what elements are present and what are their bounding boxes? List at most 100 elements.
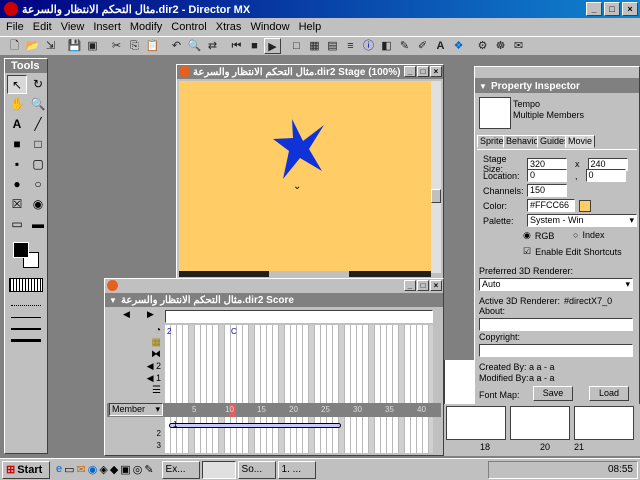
message-window-icon[interactable]: ⓘ bbox=[360, 38, 377, 54]
rect-tool-icon[interactable]: □ bbox=[28, 135, 48, 154]
rgb-radio[interactable]: ◉ RGB bbox=[523, 230, 554, 241]
menu-edit[interactable]: Edit bbox=[33, 21, 52, 33]
score-minimize-button[interactable]: _ bbox=[404, 280, 416, 291]
stage-canvas[interactable]: ⌄ bbox=[179, 81, 431, 273]
help-icon[interactable]: ✉ bbox=[510, 38, 527, 54]
quicklaunch-outlook-icon[interactable]: ✉ bbox=[77, 463, 86, 476]
pattern-chip[interactable] bbox=[9, 278, 43, 292]
arrow-tool-icon[interactable]: ↖ bbox=[7, 75, 27, 94]
menu-help[interactable]: Help bbox=[299, 21, 322, 33]
color-chips[interactable] bbox=[9, 240, 43, 272]
task-explorer[interactable]: Ex... bbox=[161, 460, 200, 479]
line-tool-icon[interactable]: ╱ bbox=[28, 115, 48, 134]
score-next-icon[interactable]: ▶ bbox=[147, 309, 154, 320]
undo-icon[interactable]: ↶ bbox=[168, 38, 185, 54]
cut-icon[interactable]: ✂ bbox=[108, 38, 125, 54]
exchange-icon[interactable]: ⇄ bbox=[204, 38, 221, 54]
rewind-icon[interactable]: ⏮ bbox=[228, 38, 245, 54]
checkbox-tool-icon[interactable]: ☒ bbox=[7, 195, 27, 214]
button-tool-icon[interactable]: ▬ bbox=[28, 215, 48, 234]
index-radio[interactable]: ○ Index bbox=[573, 230, 604, 240]
maximize-button[interactable]: □ bbox=[604, 2, 620, 16]
task-sound[interactable]: So... bbox=[237, 460, 276, 479]
stage-window-icon[interactable]: □ bbox=[288, 38, 305, 54]
stage-titlebar[interactable]: مثال التحكم الانتظار والسرعة.dir2 Stage … bbox=[177, 65, 443, 79]
filled-ellipse-tool-icon[interactable]: ● bbox=[7, 175, 27, 194]
location-y-field[interactable]: 0 bbox=[585, 169, 626, 182]
line-width-1[interactable] bbox=[11, 310, 41, 318]
new-icon[interactable]: 🗋 bbox=[6, 38, 23, 54]
library-icon[interactable]: ⚙ bbox=[474, 38, 491, 54]
palette-select[interactable]: System - Win ▾ bbox=[527, 214, 637, 227]
hand-tool-icon[interactable]: ✋ bbox=[7, 95, 27, 114]
channels-field[interactable]: 150 bbox=[527, 184, 567, 197]
score-window-icon[interactable]: ▦ bbox=[306, 38, 323, 54]
stop-icon[interactable]: ■ bbox=[246, 38, 263, 54]
filled-rect-tool-icon[interactable]: ■ bbox=[7, 135, 27, 154]
about-field[interactable] bbox=[479, 318, 633, 331]
blue-star-sprite[interactable] bbox=[179, 81, 431, 273]
task-director[interactable] bbox=[201, 460, 236, 479]
round-rect-tool-icon[interactable]: ▢ bbox=[28, 155, 48, 174]
vector-icon[interactable]: ✐ bbox=[414, 38, 431, 54]
minimize-button[interactable]: _ bbox=[586, 2, 602, 16]
pi-grip[interactable] bbox=[475, 67, 639, 79]
score-grid[interactable] bbox=[165, 325, 433, 403]
zoom-tool-icon[interactable]: 🔍 bbox=[28, 95, 48, 114]
sprite-span[interactable]: 1 bbox=[169, 420, 341, 429]
index-radio-icon[interactable]: ○ bbox=[573, 230, 578, 240]
start-button[interactable]: ⊞ Start bbox=[2, 460, 50, 479]
stage-minimize-button[interactable]: _ bbox=[404, 66, 416, 77]
menu-window[interactable]: Window bbox=[250, 21, 289, 33]
field-tool-icon[interactable]: ▭ bbox=[7, 215, 27, 234]
open-icon[interactable]: 📂 bbox=[24, 38, 41, 54]
quicklaunch-desktop-icon[interactable]: ▭ bbox=[64, 463, 74, 476]
xtras-icon[interactable]: ☸ bbox=[492, 38, 509, 54]
copy-icon[interactable]: ⎘ bbox=[126, 38, 143, 54]
play-icon[interactable]: ▶ bbox=[264, 38, 281, 54]
task-doc[interactable]: 1. ... bbox=[277, 460, 316, 479]
stage-vscroll[interactable] bbox=[431, 81, 441, 273]
tempo-channel-icon[interactable]: ◔ bbox=[155, 325, 161, 336]
cast-window-icon[interactable]: ▤ bbox=[324, 38, 341, 54]
close-button[interactable]: × bbox=[622, 2, 638, 16]
score-maximize-button[interactable]: □ bbox=[417, 280, 429, 291]
script-window-icon[interactable]: ≡ bbox=[342, 38, 359, 54]
paint-icon[interactable]: ✎ bbox=[396, 38, 413, 54]
behavior-inspector-icon[interactable]: ◧ bbox=[378, 38, 395, 54]
quicklaunch-app8-icon[interactable]: ◎ bbox=[133, 463, 143, 476]
edit-shortcuts-checkbox[interactable]: ☑ Enable Edit Shortcuts bbox=[523, 246, 622, 257]
score-close-button[interactable]: × bbox=[430, 280, 442, 291]
renderer-select[interactable]: Auto ▾ bbox=[479, 278, 633, 291]
quicklaunch-app9-icon[interactable]: ✎ bbox=[144, 463, 153, 476]
rotate-tool-icon[interactable]: ↻ bbox=[28, 75, 48, 94]
score-outer-titlebar[interactable]: _ □ × bbox=[105, 279, 443, 293]
radio-tool-icon[interactable]: ◉ bbox=[28, 195, 48, 214]
checkbox-checked-icon[interactable]: ☑ bbox=[523, 246, 531, 257]
line-width-none[interactable] bbox=[11, 298, 41, 306]
save-all-icon[interactable]: ▣ bbox=[84, 38, 101, 54]
quicklaunch-app6-icon[interactable]: ◆ bbox=[110, 463, 118, 476]
stage-hscroll[interactable] bbox=[179, 271, 431, 277]
quicklaunch-ie-icon[interactable]: e bbox=[56, 463, 62, 476]
text-tool-icon[interactable]: A bbox=[7, 115, 27, 134]
line-width-2[interactable] bbox=[11, 322, 41, 330]
menu-modify[interactable]: Modify bbox=[130, 21, 162, 33]
menu-view[interactable]: View bbox=[61, 21, 85, 33]
fontmap-save-button[interactable]: Save bbox=[533, 386, 573, 401]
fontmap-load-button[interactable]: Load bbox=[589, 386, 629, 401]
star-shape[interactable] bbox=[273, 119, 324, 179]
script-channel-icon[interactable]: ☰ bbox=[152, 385, 161, 396]
copyright-field[interactable] bbox=[479, 344, 633, 357]
stage-close-button[interactable]: × bbox=[430, 66, 442, 77]
transition-channel-icon[interactable]: ⧓ bbox=[151, 349, 161, 360]
sound1-channel-icon[interactable]: ◀ 1 bbox=[147, 373, 161, 384]
member-display-select[interactable]: Member ▾ bbox=[109, 403, 163, 416]
quicklaunch-media-icon[interactable]: ◉ bbox=[88, 463, 98, 476]
location-x-field[interactable]: 0 bbox=[527, 169, 567, 182]
ellipse-tool-icon[interactable]: ○ bbox=[28, 175, 48, 194]
filled-round-rect-tool-icon[interactable]: ▪ bbox=[7, 155, 27, 174]
score-prev-icon[interactable]: ◀ bbox=[123, 309, 130, 320]
quicklaunch-app7-icon[interactable]: ▣ bbox=[120, 463, 130, 476]
menu-insert[interactable]: Insert bbox=[93, 21, 121, 33]
